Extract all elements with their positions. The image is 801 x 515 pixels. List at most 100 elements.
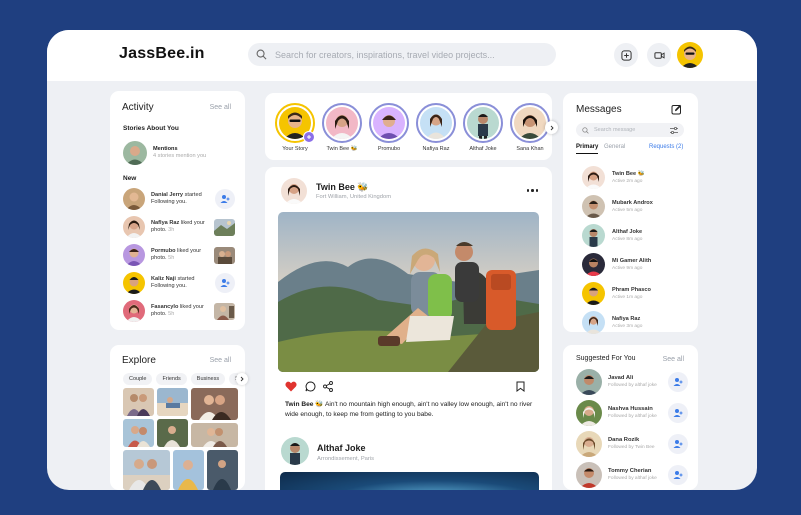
activity-user-name[interactable]: Fasancylo: [151, 304, 178, 310]
mentions-row[interactable]: Mentions 4 stories mention you: [123, 141, 206, 165]
user-avatar: [582, 253, 605, 276]
tab-general[interactable]: General: [604, 144, 625, 150]
story-item[interactable]: Nafiya Raz: [416, 103, 456, 152]
post-image[interactable]: [280, 472, 539, 490]
tab-requests[interactable]: Requests (2): [649, 144, 683, 150]
contact-name: Mi Gamer Alith: [612, 257, 652, 264]
message-item[interactable]: Phram Phasco Active 1m ago: [582, 282, 651, 305]
liked-photo-thumbnail[interactable]: [214, 218, 235, 236]
activity-item[interactable]: Fasancylo liked your photo. 5h: [123, 300, 235, 322]
activity-user-name[interactable]: Pormubo: [151, 248, 176, 254]
message-item[interactable]: Mubark Androx Active 5m ago: [582, 195, 653, 218]
follow-button[interactable]: [668, 372, 688, 392]
like-heart-icon[interactable]: [285, 381, 297, 392]
story-item[interactable]: Sana Khan: [510, 103, 550, 152]
post-author-name[interactable]: Twin Bee 🐝: [316, 182, 369, 193]
profile-avatar[interactable]: [677, 42, 703, 68]
explore-photo[interactable]: [191, 388, 238, 420]
suggested-subtitle: Followed by althaf joke: [608, 383, 657, 388]
suggested-user[interactable]: Dana Rozik Followed by Twin Bee: [576, 431, 688, 457]
story-item[interactable]: Twin Bee 🐝: [322, 103, 362, 152]
post-more-options[interactable]: [526, 189, 538, 192]
post-location[interactable]: Arrondissement, Paris: [317, 456, 374, 462]
follow-button[interactable]: [668, 465, 688, 485]
story-item[interactable]: Promubo: [369, 103, 409, 152]
message-item[interactable]: Nafiya Raz Active 3m ago: [582, 311, 642, 334]
post-location[interactable]: Fort William, United Kingdom: [316, 194, 391, 200]
activity-see-all[interactable]: See all: [210, 104, 231, 111]
explore-photo[interactable]: [173, 450, 204, 490]
search-bar[interactable]: Search for creators, inspirations, trave…: [248, 43, 556, 66]
liked-photo-thumbnail[interactable]: [214, 246, 235, 264]
suggested-title: Suggested For You: [576, 355, 636, 362]
story-item[interactable]: Your Story: [275, 103, 315, 152]
activity-panel: Activity See all Stories About You Menti…: [110, 91, 245, 330]
message-item[interactable]: Mi Gamer Alith Active 9m ago: [582, 253, 651, 276]
activity-user-name[interactable]: Danial Jerry: [151, 192, 183, 198]
video-icon: [653, 51, 665, 59]
message-search[interactable]: Search message: [576, 123, 684, 137]
activity-item[interactable]: Naflya Raz liked your photo. 3h: [123, 216, 235, 238]
follow-back-button[interactable]: [215, 273, 235, 293]
explore-grid: [123, 388, 238, 490]
suggested-user[interactable]: Javad Ali Followed by althaf joke: [576, 369, 688, 395]
add-story-button[interactable]: [303, 131, 315, 143]
suggested-see-all[interactable]: See all: [663, 356, 684, 363]
chip-friends[interactable]: Friends: [156, 373, 187, 385]
chips-next-button[interactable]: [236, 373, 248, 385]
story-ring: [463, 103, 503, 143]
contact-name: Mubark Androx: [612, 199, 653, 206]
story-name: Your Story: [282, 146, 308, 152]
activity-user-name[interactable]: Kaliz Naji: [151, 276, 176, 282]
chip-business[interactable]: Business: [190, 373, 226, 385]
activity-item[interactable]: Kaliz Naji started Following you.: [123, 272, 235, 294]
story-ring: [369, 103, 409, 143]
explore-see-all[interactable]: See all: [210, 357, 231, 364]
suggested-user[interactable]: Tommy Cherian Followed by althaf joke: [576, 462, 688, 488]
plus-square-icon: [620, 49, 632, 61]
story-item[interactable]: Althaf Joke: [463, 103, 503, 152]
comment-icon[interactable]: [305, 381, 316, 392]
top-bar: JassBee.in Search for creators, inspirat…: [47, 30, 757, 81]
suggested-user[interactable]: Nashva Hussain Followed by althaf joke: [576, 400, 688, 426]
share-icon[interactable]: [323, 381, 333, 392]
explore-photo[interactable]: [123, 419, 154, 447]
explore-photo[interactable]: [123, 388, 154, 416]
follow-button[interactable]: [668, 403, 688, 423]
add-user-icon: [673, 378, 683, 386]
explore-photo[interactable]: [123, 450, 170, 490]
chip-couple[interactable]: Couple: [123, 373, 153, 385]
message-item[interactable]: Twin Bee 🐝 Active 2m ago: [582, 166, 645, 189]
post-image[interactable]: [278, 212, 539, 372]
activity-item[interactable]: Danial Jerry started Following you.: [123, 188, 235, 210]
contact-name: Twin Bee 🐝: [612, 170, 645, 177]
explore-photo[interactable]: [191, 423, 238, 447]
compose-icon[interactable]: [671, 104, 682, 115]
stories-next-button[interactable]: [545, 121, 558, 134]
video-button[interactable]: [647, 43, 671, 67]
explore-photo[interactable]: [207, 450, 238, 490]
search-placeholder[interactable]: Search for creators, inspirations, trave…: [275, 50, 495, 60]
post-author-avatar[interactable]: [281, 437, 309, 465]
filter-icon[interactable]: [670, 126, 678, 134]
new-post-button[interactable]: [614, 43, 638, 67]
tab-primary[interactable]: Primary: [576, 144, 599, 154]
post-author-avatar[interactable]: [281, 178, 307, 204]
post-author-name[interactable]: Althaf Joke: [317, 443, 366, 453]
app-logo[interactable]: JassBee.in: [119, 45, 205, 63]
message-item[interactable]: Althaf Joke Active 8m ago: [582, 224, 642, 247]
bookmark-icon[interactable]: [516, 381, 525, 392]
activity-item[interactable]: Pormubo liked your photo. 5h: [123, 244, 235, 266]
suggested-subtitle: Followed by althaf joke: [608, 476, 657, 481]
liked-photo-thumbnail[interactable]: [214, 302, 235, 320]
follow-back-button[interactable]: [215, 189, 235, 209]
search-icon: [256, 49, 267, 60]
add-user-icon: [673, 471, 683, 479]
follow-button[interactable]: [668, 434, 688, 454]
more-dot: [531, 189, 534, 192]
explore-photo[interactable]: [157, 388, 188, 416]
activity-user-name[interactable]: Naflya Raz: [151, 220, 179, 226]
plus-icon: [307, 135, 311, 139]
explore-photo[interactable]: [157, 419, 188, 447]
caption-author[interactable]: Twin Bee 🐝: [285, 401, 324, 408]
